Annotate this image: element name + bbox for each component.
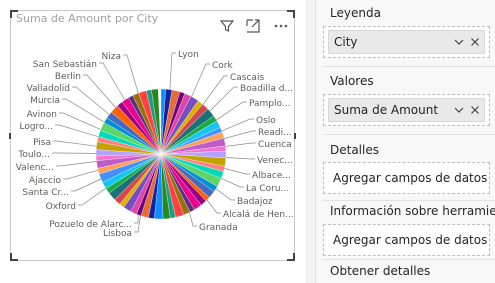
close-icon[interactable] [468,35,482,49]
leader-line [215,188,235,201]
leader-line [202,75,228,105]
leader-line [189,212,197,227]
tooltips-well[interactable]: Agregar campos de datos a... [323,224,490,256]
pie-chart-visual[interactable]: Suma de Amount por City Lyon Cork Cascais B… [9,10,296,261]
leader-line [134,215,141,233]
leader-line [191,63,210,97]
close-icon[interactable] [468,103,482,117]
leader-line [99,62,126,101]
leader-line [134,214,139,224]
visualization-fields-pane: Leyenda City Valores Suma de Amount Deta… [315,0,495,283]
leader-line [55,124,99,138]
details-well[interactable]: Agregar campos de datos a... [323,162,490,194]
tooltips-placeholder: Agregar campos de datos a... [333,233,487,247]
details-placeholder: Agregar campos de datos a... [333,171,487,185]
slice-label: Alcalá de Hen... [223,210,294,220]
slice-label: La Coru... [246,184,289,194]
slice-label: Cork [212,61,233,71]
slice-label: Pamplo... [249,99,290,109]
leader-line [62,98,105,123]
slice-label: Venec... [257,156,293,166]
chevron-down-icon[interactable] [452,103,466,117]
leader-line [206,199,221,214]
tooltips-section-title: Información sobre herramien... [330,204,495,218]
slice-label: Oxford [46,202,76,212]
slice-label: Ajaccio [29,176,62,186]
leader-line [225,157,255,160]
values-section-title: Valores [330,74,374,88]
values-field-chip[interactable]: Suma de Amount [328,98,485,122]
leader-line [224,168,250,175]
report-canvas: Suma de Amount por City Lyon Cork Cascais B… [0,0,495,283]
section-divider [323,134,495,135]
leader-line [63,169,99,180]
legend-well[interactable]: City [323,26,490,58]
slice-label: Berlin [55,72,81,82]
leader-line [78,188,107,206]
section-divider [323,200,495,201]
section-divider [323,66,495,67]
slice-label: Badajoz [237,197,273,207]
leader-line [71,178,102,192]
slice-label: Boadilla d... [240,84,293,94]
slice-label: Santa Cr... [22,188,69,198]
leader-line [224,130,256,139]
slice-label: Valladolid [27,84,70,94]
details-section-title: Detalles [330,143,379,157]
pane-collapse-strip[interactable] [307,0,315,283]
chevron-down-icon[interactable] [452,35,466,49]
slice-label: Albace... [252,171,291,181]
leader-line [209,86,238,112]
legend-field-label: City [334,35,358,49]
slice-label: Avinon [27,110,57,120]
slice-label: Oslo [256,116,276,126]
values-well[interactable]: Suma de Amount [323,94,490,126]
leader-line [221,118,254,132]
leader-line [216,101,247,121]
slice-label: Pisa [33,138,51,148]
leader-line [225,142,256,147]
leader-line [169,52,176,90]
slice-label: Pozuelo de Alarc... [49,220,132,230]
slice-label: Cuenca [258,140,292,150]
legend-field-chip[interactable]: City [328,30,485,54]
slice-label: Toulo... [17,150,50,160]
slice-label: Cascais [230,73,264,83]
slice-label: Murcia [30,96,60,106]
slice-label: Readi... [258,128,292,138]
leader-line [83,74,116,108]
slice-label: San Sebastián [33,60,97,70]
slice-label: Lyon [178,50,199,60]
leader-line [72,86,110,115]
legend-section-title: Leyenda [330,6,381,20]
slice-label: Valenc... [16,163,54,173]
leader-line [53,140,97,147]
leader-line [221,177,244,188]
section-divider [323,259,495,260]
leader-line [123,54,139,94]
slice-label: Logro... [19,122,53,132]
values-field-label: Suma de Amount [334,103,439,117]
slice-label: Niza [102,52,121,62]
pie-chart: Lyon Cork CascaisBoadilla d... Pamplo... Osl… [16,50,294,239]
leader-line [56,161,97,167]
slice-label: Granada [199,223,238,233]
drillthrough-section-title: Obtener detalles [330,264,431,278]
slice-label: Lisboa [103,229,132,239]
